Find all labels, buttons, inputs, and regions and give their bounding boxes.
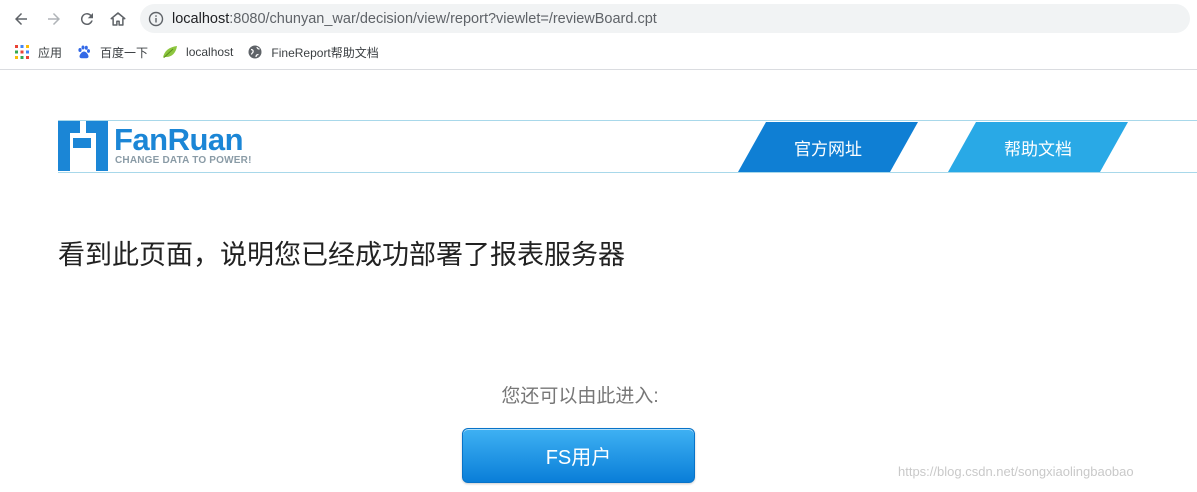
browser-chrome: localhost:8080/chunyan_war/decision/view… xyxy=(0,0,1197,70)
back-button[interactable] xyxy=(10,8,32,30)
info-icon[interactable] xyxy=(148,11,164,27)
entry-prompt: 您还可以由此进入: xyxy=(501,386,659,407)
official-site-label: 官方网址 xyxy=(794,139,862,159)
fs-user-button-label: FS用户 xyxy=(545,447,612,469)
fanruan-logo[interactable]: FanRuan CHANGE DATA TO POWER! xyxy=(58,121,263,173)
apps-grid-icon xyxy=(14,44,30,60)
baidu-paw-icon xyxy=(76,44,92,60)
help-docs-label: 帮助文档 xyxy=(1004,139,1072,159)
bookmark-label: localhost xyxy=(186,45,234,59)
bookmark-finereport-help[interactable]: FineReport帮助文档 xyxy=(247,44,379,61)
home-button[interactable] xyxy=(107,8,129,30)
fs-user-button[interactable]: FS用户 xyxy=(462,428,695,483)
address-bar[interactable]: localhost:8080/chunyan_war/decision/view… xyxy=(140,4,1190,33)
home-icon xyxy=(110,12,126,26)
csdn-watermark: https://blog.csdn.net/songxiaolingbaobao xyxy=(898,464,1134,479)
page-content: FanRuan CHANGE DATA TO POWER! 官方网址 帮助文档 … xyxy=(0,71,1197,492)
bookmarks-bar: 应用 百度一下 localhost FineReport帮助文档 xyxy=(0,38,1197,66)
bookmark-label: 应用 xyxy=(38,45,63,60)
globe-icon xyxy=(247,44,263,60)
bookmark-baidu[interactable]: 百度一下 xyxy=(76,44,148,61)
fanruan-logo-mark-icon xyxy=(58,121,108,171)
bookmark-apps[interactable]: 应用 xyxy=(14,44,62,61)
reload-button[interactable] xyxy=(76,8,98,30)
forward-arrow-icon xyxy=(48,13,60,25)
url-text[interactable]: localhost:8080/chunyan_war/decision/view… xyxy=(172,11,657,27)
forward-button[interactable] xyxy=(43,8,65,30)
bookmark-localhost[interactable]: localhost xyxy=(162,44,233,60)
back-arrow-icon xyxy=(15,13,27,25)
help-docs-tab[interactable]: 帮助文档 xyxy=(948,122,1128,172)
bookmark-label: FineReport帮助文档 xyxy=(271,45,379,60)
leaf-icon xyxy=(162,44,178,60)
success-headline: 看到此页面，说明您已经成功部署了报表服务器 xyxy=(58,240,625,271)
url-host: localhost xyxy=(172,10,230,27)
bookmark-label: 百度一下 xyxy=(100,45,149,60)
logo-tagline: CHANGE DATA TO POWER! xyxy=(115,155,252,166)
logo-wordmark: FanRuan xyxy=(114,122,244,157)
url-path: :8080/chunyan_war/decision/view/report?v… xyxy=(229,10,657,27)
reload-icon xyxy=(80,13,93,26)
official-site-tab[interactable]: 官方网址 xyxy=(738,122,918,172)
